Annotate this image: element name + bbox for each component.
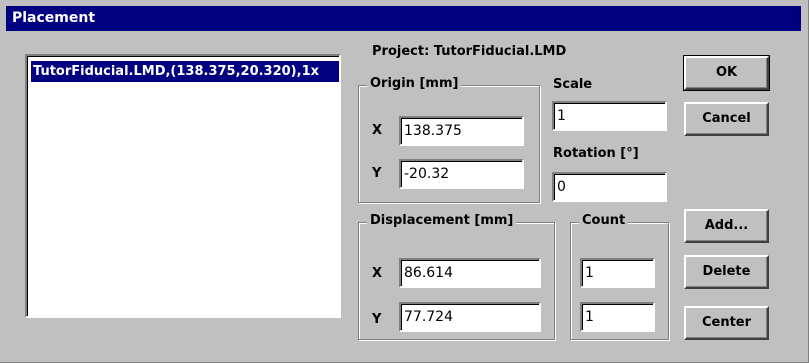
origin-group-title: Origin [mm]	[367, 76, 462, 91]
displacement-group-title: Displacement [mm]	[367, 213, 517, 228]
placement-dialog: Placement TutorFiducial.LMD,(138.375,20.…	[0, 0, 809, 363]
list-item[interactable]: TutorFiducial.LMD,(138.375,20.320),1x	[31, 61, 339, 82]
origin-x-label: X	[372, 123, 383, 138]
placement-listbox[interactable]: TutorFiducial.LMD,(138.375,20.320),1x	[25, 54, 341, 318]
origin-y-input[interactable]	[399, 159, 524, 189]
displacement-x-input[interactable]	[399, 258, 541, 288]
count-y-input[interactable]	[580, 302, 655, 332]
origin-x-input[interactable]	[399, 116, 524, 146]
ok-button[interactable]: OK	[683, 55, 770, 91]
rotation-label: Rotation [°]	[553, 146, 639, 161]
scale-input[interactable]	[552, 101, 667, 131]
count-group-title: Count	[579, 213, 629, 228]
project-label: Project: TutorFiducial.LMD	[372, 44, 567, 59]
rotation-input[interactable]	[552, 172, 667, 202]
scale-label: Scale	[553, 77, 593, 92]
center-button[interactable]: Center	[684, 306, 769, 340]
title-bar[interactable]: Placement	[6, 6, 801, 31]
displacement-y-input[interactable]	[399, 302, 541, 332]
window-title: Placement	[12, 10, 96, 26]
origin-y-label: Y	[372, 166, 382, 181]
displacement-y-label: Y	[372, 312, 382, 327]
count-x-input[interactable]	[580, 258, 655, 288]
add-button[interactable]: Add...	[684, 209, 769, 243]
delete-button[interactable]: Delete	[684, 255, 769, 289]
cancel-button[interactable]: Cancel	[684, 102, 769, 136]
displacement-x-label: X	[372, 266, 383, 281]
